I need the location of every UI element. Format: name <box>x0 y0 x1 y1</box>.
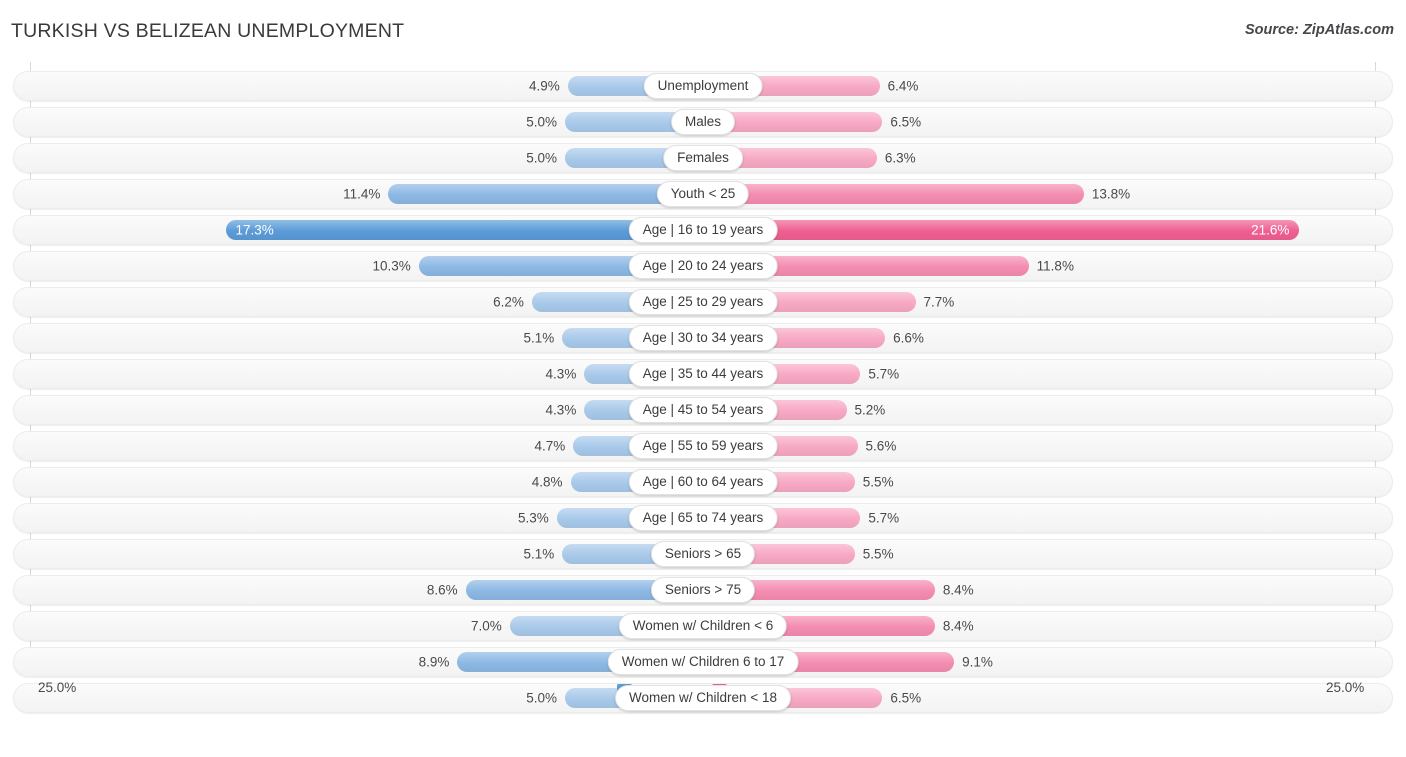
value-label-belizean: 13.8% <box>1091 186 1131 202</box>
table-row[interactable]: 5.1% 5.5% Seniors > 65 <box>13 539 1393 569</box>
value-label-belizean: 8.4% <box>942 582 974 598</box>
value-label-turkish: 17.3% <box>235 222 274 238</box>
row-category-label: Males <box>670 109 736 135</box>
value-label-turkish: 5.3% <box>517 510 549 526</box>
table-row[interactable]: 4.3% 5.2% Age | 45 to 54 years <box>13 395 1393 425</box>
table-row[interactable]: 8.9% 9.1% Women w/ Children 6 to 17 <box>13 647 1393 677</box>
value-label-turkish: 8.9% <box>418 654 450 670</box>
value-label-belizean: 11.8% <box>1036 258 1074 274</box>
value-label-turkish: 10.3% <box>372 258 411 274</box>
bar-belizean[interactable] <box>703 184 1084 204</box>
chart-page: TURKISH VS BELIZEAN UNEMPLOYMENT Source:… <box>0 0 1406 757</box>
row-category-label: Age | 30 to 34 years <box>628 325 778 351</box>
value-label-belizean: 7.7% <box>923 294 955 310</box>
row-category-label: Seniors > 65 <box>650 541 756 567</box>
row-category-label: Age | 60 to 64 years <box>628 469 778 495</box>
table-row[interactable]: 4.8% 5.5% Age | 60 to 64 years <box>13 467 1393 497</box>
row-category-label: Youth < 25 <box>656 181 750 207</box>
value-label-turkish: 8.6% <box>426 582 458 598</box>
value-label-turkish: 4.3% <box>545 366 577 382</box>
diverging-bar-chart: 4.9% 6.4% Unemployment 5.0% 6.5% Males 5.0% 6.3… <box>0 62 1406 717</box>
row-category-label: Age | 55 to 59 years <box>628 433 778 459</box>
table-row[interactable]: 5.3% 5.7% Age | 65 to 74 years <box>13 503 1393 533</box>
value-label-belizean: 5.5% <box>862 474 894 490</box>
value-label-belizean: 5.2% <box>854 402 886 418</box>
value-label-belizean: 5.5% <box>862 546 894 562</box>
value-label-belizean: 6.5% <box>890 114 922 130</box>
row-category-label: Seniors > 75 <box>650 577 756 603</box>
table-row[interactable]: 4.9% 6.4% Unemployment <box>13 71 1393 101</box>
table-row[interactable]: 17.3% 21.6% Age | 16 to 19 years <box>13 215 1393 245</box>
bar-belizean[interactable] <box>703 220 1300 240</box>
value-label-belizean: 6.6% <box>893 330 924 346</box>
table-row[interactable]: 6.2% 7.7% Age | 25 to 29 years <box>13 287 1393 317</box>
value-label-turkish: 6.2% <box>493 294 524 310</box>
page-title: TURKISH VS BELIZEAN UNEMPLOYMENT <box>11 20 405 42</box>
table-row[interactable]: 4.7% 5.6% Age | 55 to 59 years <box>13 431 1393 461</box>
table-row[interactable]: 4.3% 5.7% Age | 35 to 44 years <box>13 359 1393 389</box>
value-label-belizean: 9.1% <box>962 654 993 670</box>
table-row[interactable]: 10.3% 11.8% Age | 20 to 24 years <box>13 251 1393 281</box>
value-label-belizean: 5.7% <box>868 510 900 526</box>
value-label-belizean: 5.6% <box>865 438 897 454</box>
row-category-label: Age | 25 to 29 years <box>628 289 778 315</box>
row-category-label: Age | 65 to 74 years <box>628 505 778 531</box>
value-label-turkish: 5.1% <box>523 546 555 562</box>
value-label-belizean: 5.7% <box>868 366 900 382</box>
table-row[interactable]: 5.0% 6.3% Females <box>13 143 1393 173</box>
row-category-label: Females <box>663 145 743 171</box>
value-label-turkish: 7.0% <box>471 618 502 634</box>
table-row[interactable]: 11.4% 13.8% Youth < 25 <box>13 179 1393 209</box>
value-label-belizean: 21.6% <box>1251 222 1290 238</box>
value-label-turkish: 5.1% <box>523 330 555 346</box>
value-label-belizean: 6.3% <box>884 150 916 166</box>
row-category-label: Women w/ Children < 6 <box>618 613 788 639</box>
table-row[interactable]: 5.0% 6.5% Males <box>13 107 1393 137</box>
table-row[interactable]: 7.0% 8.4% Women w/ Children < 6 <box>13 611 1393 641</box>
row-category-label: Women w/ Children 6 to 17 <box>607 649 799 675</box>
value-label-turkish: 4.9% <box>528 78 560 94</box>
table-row[interactable]: 8.6% 8.4% Seniors > 75 <box>13 575 1393 605</box>
row-category-label: Unemployment <box>643 73 763 99</box>
row-category-label: Age | 16 to 19 years <box>628 217 778 243</box>
value-label-belizean: 8.4% <box>942 618 974 634</box>
source-attribution: Source: ZipAtlas.com <box>1244 22 1394 38</box>
row-category-label: Age | 35 to 44 years <box>628 361 778 387</box>
row-category-label: Age | 45 to 54 years <box>628 397 778 423</box>
value-label-turkish: 5.0% <box>526 114 557 130</box>
value-label-belizean: 6.4% <box>887 78 919 94</box>
row-category-label: Women w/ Children < 18 <box>615 685 791 711</box>
row-category-label: Age | 20 to 24 years <box>628 253 778 279</box>
value-label-turkish: 5.0% <box>526 150 557 166</box>
value-label-turkish: 4.8% <box>531 474 563 490</box>
value-label-turkish: 4.7% <box>534 438 566 454</box>
value-label-turkish: 11.4% <box>343 186 381 202</box>
value-label-turkish: 4.3% <box>545 402 577 418</box>
table-row[interactable]: 5.1% 6.6% Age | 30 to 34 years <box>13 323 1393 353</box>
